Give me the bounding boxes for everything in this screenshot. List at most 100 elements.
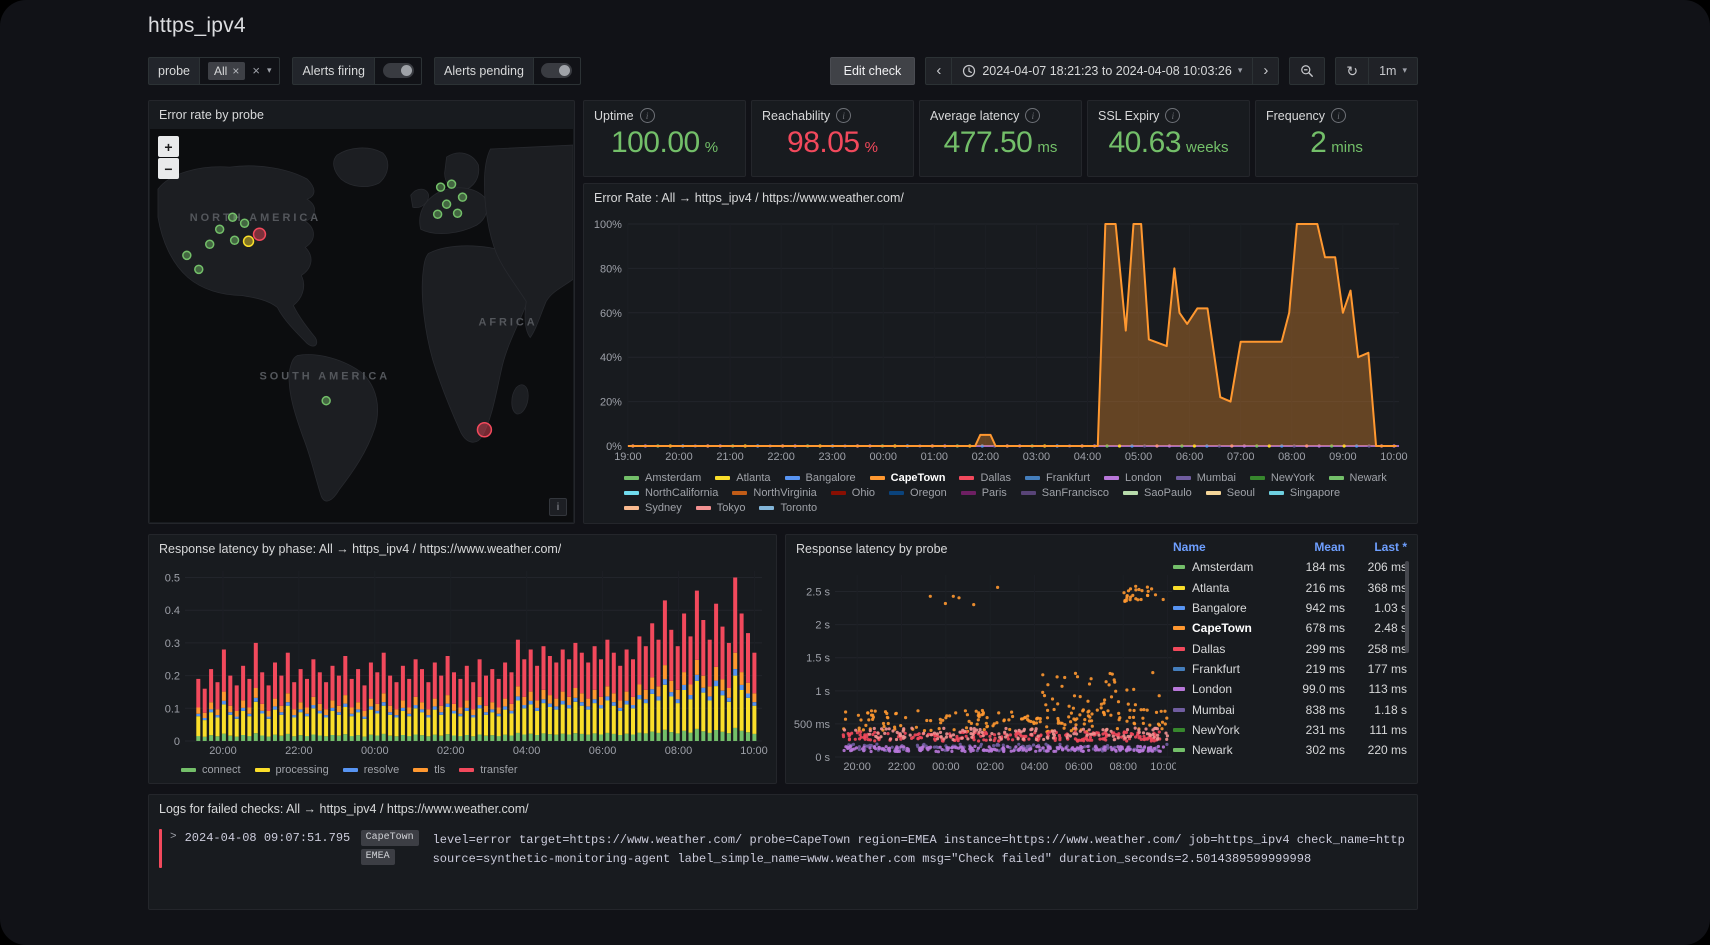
legend-item-ohio[interactable]: Ohio <box>831 487 875 499</box>
probe-name[interactable]: London <box>1192 682 1283 696</box>
legend-item-seoul[interactable]: Seoul <box>1206 487 1255 499</box>
time-controls: Edit check ‹ 2024-04-07 18:21:23 to 2024… <box>830 57 1418 85</box>
probe-name[interactable]: Frankfurt <box>1192 662 1283 676</box>
toggle-track[interactable] <box>383 63 414 78</box>
panel-title[interactable]: Error Rate : All → https_ipv4 / https://… <box>594 191 904 205</box>
legend-item-sanfrancisco[interactable]: SanFrancisco <box>1021 487 1109 499</box>
refresh-button[interactable]: ↻ <box>1335 57 1369 85</box>
svg-text:06:00: 06:00 <box>1065 761 1093 773</box>
stat-title: SSL Expiry <box>1098 109 1159 123</box>
table-row[interactable]: Mumbai838 ms1.18 s <box>1171 699 1409 719</box>
info-icon[interactable] <box>1165 108 1180 123</box>
panel-title[interactable]: Error rate by probe <box>159 108 264 122</box>
clear-filter-icon[interactable]: × <box>252 64 260 77</box>
probe-name[interactable]: Bangalore <box>1192 601 1283 615</box>
toggle-knob[interactable] <box>401 65 412 76</box>
table-row[interactable]: Amsterdam184 ms206 ms <box>1171 557 1409 577</box>
legend-item-resolve[interactable]: resolve <box>343 764 399 776</box>
table-row[interactable]: Bangalore942 ms1.03 s <box>1171 598 1409 618</box>
edit-check-button[interactable]: Edit check <box>830 57 916 85</box>
series-color-mark <box>959 476 974 480</box>
map-attribution-icon[interactable]: i <box>549 498 567 516</box>
error-rate-map-panel: Error rate by probe + − <box>148 100 575 524</box>
legend-item-dallas[interactable]: Dallas <box>959 472 1011 484</box>
probe-scatter-chart[interactable]: 0 s500 ms1 s1.5 s2 s2.5 s20:0022:0000:00… <box>787 563 1182 782</box>
table-row[interactable]: London99.0 ms113 ms <box>1171 679 1409 699</box>
info-icon[interactable] <box>836 108 851 123</box>
legend-item-saopaulo[interactable]: SaoPaulo <box>1123 487 1192 499</box>
legend-item-mumbai[interactable]: Mumbai <box>1176 472 1236 484</box>
alerts-pending-toggle[interactable] <box>534 57 581 85</box>
table-row[interactable]: Frankfurt219 ms177 ms <box>1171 659 1409 679</box>
probe-last: 113 ms <box>1345 682 1407 696</box>
probe-name[interactable]: Atlanta <box>1192 581 1283 595</box>
table-row[interactable]: CapeTown678 ms2.48 s <box>1171 618 1409 638</box>
legend-item-sydney[interactable]: Sydney <box>624 502 682 514</box>
zoom-out-button[interactable] <box>1289 57 1325 85</box>
table-row[interactable]: Dallas299 ms258 ms <box>1171 638 1409 658</box>
probe-filter-chip[interactable]: All× <box>208 62 245 80</box>
probe-filter[interactable]: probe All× × ▾ <box>148 57 280 85</box>
world-map[interactable]: + − NORTH AMER <box>150 129 573 522</box>
legend-item-northcalifornia[interactable]: NorthCalifornia <box>624 487 718 499</box>
table-row[interactable]: Atlanta216 ms368 ms <box>1171 578 1409 598</box>
log-entry[interactable]: > 2024-04-08 09:07:51.795 CapeTown EMEA … <box>159 829 1407 868</box>
log-expand-icon[interactable]: > <box>170 831 177 843</box>
legend-item-newark[interactable]: Newark <box>1329 472 1387 484</box>
table-row[interactable]: Newark302 ms220 ms <box>1171 740 1409 760</box>
probe-name[interactable]: NewYork <box>1192 723 1283 737</box>
phase-chart[interactable]: 00.10.20.30.40.520:0022:0000:0002:0004:0… <box>149 563 776 762</box>
zoom-in-button[interactable]: + <box>158 136 179 157</box>
legend-item-oregon[interactable]: Oregon <box>889 487 947 499</box>
panel-title[interactable]: Response latency by probe <box>796 542 947 556</box>
alerts-firing-toggle[interactable] <box>375 57 422 85</box>
info-icon[interactable] <box>1025 108 1040 123</box>
chip-close-icon[interactable]: × <box>232 65 239 77</box>
probe-mean: 942 ms <box>1283 601 1345 615</box>
panel-title[interactable]: Response latency by phase: All → https_i… <box>159 542 561 556</box>
col-last[interactable]: Last * <box>1345 540 1407 554</box>
legend-item-atlanta[interactable]: Atlanta <box>715 472 770 484</box>
series-color-mark <box>1173 565 1185 569</box>
probe-name[interactable]: Dallas <box>1192 642 1283 656</box>
toggle-knob[interactable] <box>559 65 570 76</box>
probe-filter-value[interactable]: All× × ▾ <box>200 57 280 85</box>
zoom-out-map-button[interactable]: − <box>158 158 179 179</box>
svg-text:05:00: 05:00 <box>1125 451 1152 463</box>
time-range-picker[interactable]: 2024-04-07 18:21:23 to 2024-04-08 10:03:… <box>951 57 1253 85</box>
panel-title[interactable]: Logs for failed checks: All → https_ipv4… <box>159 802 529 816</box>
error-rate-chart[interactable]: 0%20%40%60%80%100%19:0020:0021:0022:0023… <box>584 212 1417 469</box>
svg-text:04:00: 04:00 <box>513 745 541 757</box>
refresh-interval-picker[interactable]: 1m▾ <box>1368 57 1418 85</box>
legend-item-toronto[interactable]: Toronto <box>759 502 817 514</box>
legend-item-frankfurt[interactable]: Frankfurt <box>1025 472 1090 484</box>
legend-item-london[interactable]: London <box>1104 472 1162 484</box>
legend-item-transfer[interactable]: transfer <box>459 764 517 776</box>
time-shift-back-button[interactable]: ‹ <box>925 57 952 85</box>
legend-item-connect[interactable]: connect <box>181 764 241 776</box>
probe-mean: 231 ms <box>1283 723 1345 737</box>
legend-item-bangalore[interactable]: Bangalore <box>785 472 856 484</box>
col-mean[interactable]: Mean <box>1283 540 1345 554</box>
legend-item-singapore[interactable]: Singapore <box>1269 487 1340 499</box>
table-scrollbar[interactable] <box>1405 561 1409 653</box>
probe-name[interactable]: Amsterdam <box>1192 560 1283 574</box>
legend-item-newyork[interactable]: NewYork <box>1250 472 1315 484</box>
col-name[interactable]: Name <box>1173 540 1283 554</box>
probe-name[interactable]: CapeTown <box>1192 621 1283 635</box>
info-icon[interactable] <box>640 108 655 123</box>
time-shift-forward-button[interactable]: › <box>1252 57 1279 85</box>
legend-item-paris[interactable]: Paris <box>961 487 1007 499</box>
info-icon[interactable] <box>1331 108 1346 123</box>
table-row[interactable]: NewYork231 ms111 ms <box>1171 720 1409 740</box>
legend-item-tokyo[interactable]: Tokyo <box>696 502 746 514</box>
legend-item-capetown[interactable]: CapeTown <box>870 472 946 484</box>
probe-name[interactable]: Mumbai <box>1192 703 1283 717</box>
legend-item-tls[interactable]: tls <box>413 764 445 776</box>
legend-item-amsterdam[interactable]: Amsterdam <box>624 472 701 484</box>
probe-name[interactable]: Newark <box>1192 743 1283 757</box>
legend-item-processing[interactable]: processing <box>255 764 329 776</box>
legend-item-northvirginia[interactable]: NorthVirginia <box>732 487 816 499</box>
toggle-track[interactable] <box>541 63 572 78</box>
chevron-down-icon[interactable]: ▾ <box>267 66 272 75</box>
